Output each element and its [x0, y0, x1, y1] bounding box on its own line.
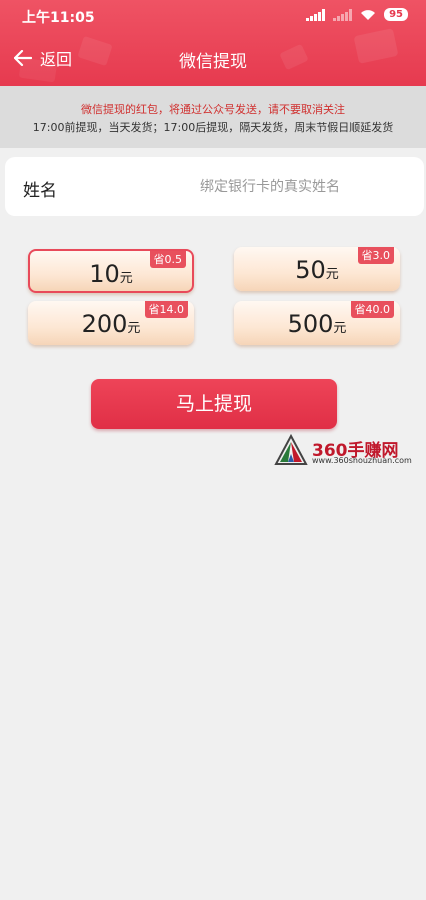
amount-number: 50: [295, 256, 326, 284]
name-label: 姓名: [23, 181, 57, 201]
battery-icon: 95: [384, 8, 408, 21]
name-input[interactable]: [135, 169, 405, 205]
amount-unit: 元: [333, 321, 347, 336]
amount-unit: 元: [325, 267, 339, 282]
save-badge: 省0.5: [149, 251, 186, 268]
watermark-logo-icon: [274, 434, 308, 465]
signal-icon: [306, 8, 326, 21]
notice-line-1: 微信提现的红包，将通过公众号发送，请不要取消关注: [81, 103, 345, 116]
notice-banner: 微信提现的红包，将通过公众号发送，请不要取消关注 17:00前提现，当天发货；1…: [0, 86, 426, 148]
amount-number: 200: [81, 310, 128, 338]
app-header: 上午11:05 95 返回 微信提现: [0, 0, 426, 86]
status-time: 上午11:05: [22, 10, 95, 26]
amount-number: 10: [89, 260, 120, 288]
watermark-url: www.360shouzhuan.com: [312, 456, 412, 465]
amount-unit: 元: [119, 271, 133, 286]
signal-2-icon: [333, 8, 353, 21]
amount-number: 500: [287, 310, 334, 338]
status-bar: 上午11:05 95: [0, 0, 426, 30]
amount-option-50[interactable]: 50元 省3.0: [234, 247, 400, 291]
amount-option-200[interactable]: 200元 省14.0: [28, 301, 194, 345]
wifi-icon: [360, 9, 376, 21]
notice-line-2: 17:00前提现，当天发货；17:00后提现，隔天发货，周末节假日顺延发货: [32, 121, 394, 134]
page-title: 微信提现: [179, 52, 247, 72]
amount-unit: 元: [127, 321, 141, 336]
status-icons: 95: [306, 8, 408, 21]
save-badge: 省40.0: [350, 301, 394, 318]
name-field-card: 姓名: [5, 157, 424, 216]
amount-option-10[interactable]: 10元 省0.5: [28, 249, 194, 293]
watermark: 360手赚网 www.360shouzhuan.com: [274, 434, 424, 468]
withdraw-now-button[interactable]: 马上提现: [91, 379, 337, 429]
save-badge: 省14.0: [144, 301, 188, 318]
save-badge: 省3.0: [357, 247, 394, 264]
amount-option-500[interactable]: 500元 省40.0: [234, 301, 400, 345]
